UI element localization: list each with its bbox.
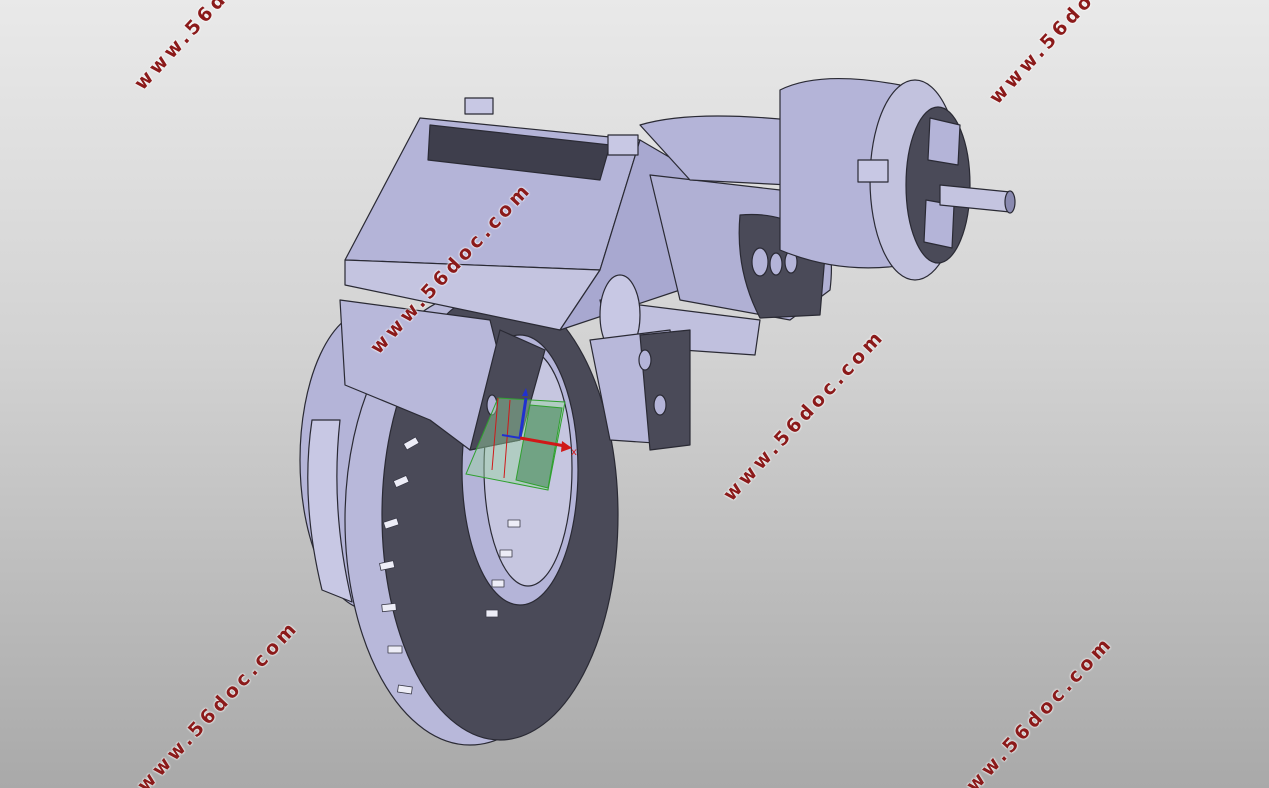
- housing-port-1: [751, 247, 769, 277]
- mount-hole-1: [638, 349, 652, 371]
- cad-3d-viewport[interactable]: x www.56doc.c www.56doc.co www.56doc.com…: [0, 0, 1269, 788]
- axis-x-label: x: [571, 447, 577, 458]
- motor-end-slot-1: [927, 117, 961, 166]
- caliper-bolt-right: [607, 134, 639, 156]
- clamp-bolt: [857, 159, 889, 183]
- motor-shaft-end: [1004, 190, 1016, 214]
- housing-port-2: [769, 252, 783, 276]
- motor-end-slot-2: [923, 199, 955, 249]
- mount-hole-2: [653, 394, 667, 416]
- caliper-bolt-top: [464, 97, 494, 115]
